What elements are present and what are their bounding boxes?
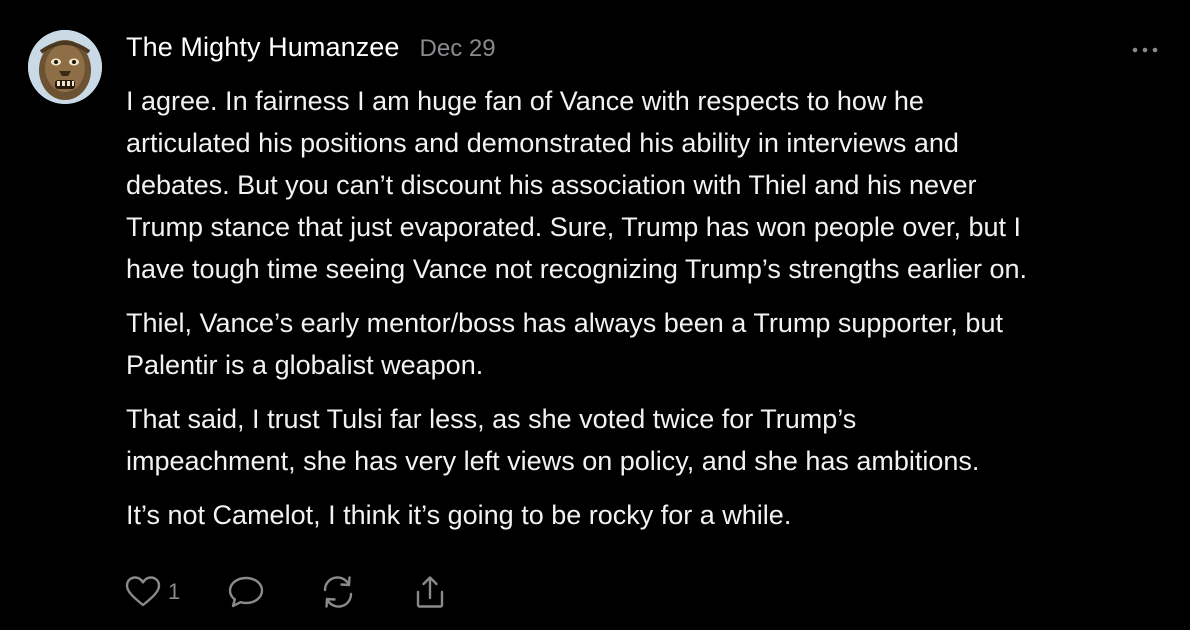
share-icon [417,576,444,608]
restack-icon [324,576,353,608]
heart-icon [125,576,161,607]
restack-button[interactable] [318,574,358,610]
author-name[interactable]: The Mighty Humanzee [126,32,400,63]
comment-body: I agree. In fairness I am huge fan of Va… [126,80,1176,548]
comment-bubble-icon [229,576,264,608]
comment-header: The Mighty Humanzee Dec 29 [126,32,496,72]
reply-button[interactable] [226,574,266,610]
comment-actions: 1 [124,572,450,612]
comment-date[interactable]: Dec 29 [420,35,496,63]
more-dots-icon [1132,47,1158,53]
like-count: 1 [168,579,181,604]
comment-paragraph: I agree. In fairness I am huge fan of Va… [126,86,1028,284]
more-options-button[interactable] [1128,40,1162,60]
comment-paragraph: That said, I trust Tulsi far less, as sh… [126,404,980,476]
comment-paragraph: Thiel, Vance’s early mentor/boss has alw… [126,308,1003,380]
like-button[interactable]: 1 [124,574,180,610]
comment-paragraph: It’s not Camelot, I think it’s going to … [126,500,792,530]
share-button[interactable] [410,574,450,610]
avatar[interactable] [28,30,102,104]
